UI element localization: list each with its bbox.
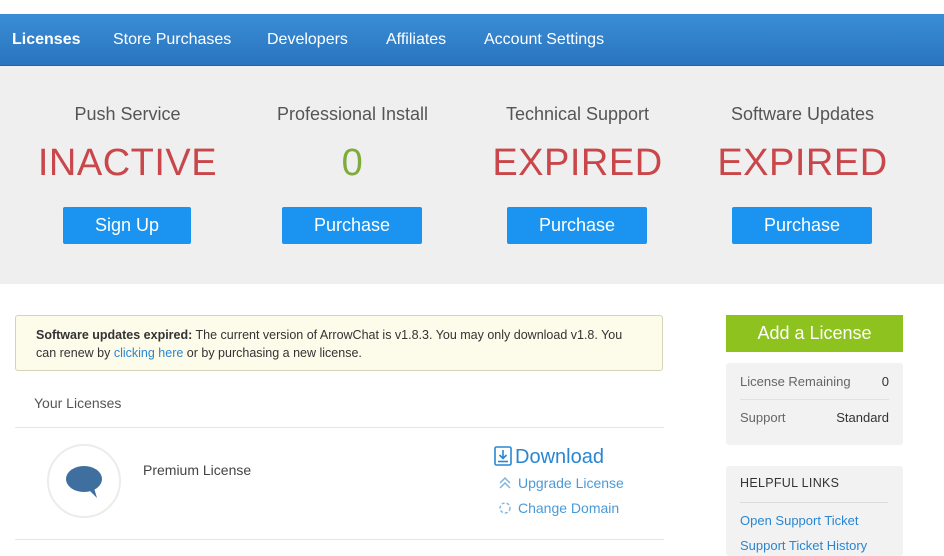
nav-licenses[interactable]: Licenses <box>12 14 80 65</box>
divider <box>15 427 664 428</box>
status-value: EXPIRED <box>492 142 663 184</box>
top-strip <box>0 0 944 14</box>
status-title: Push Service <box>74 104 181 124</box>
info-divider <box>740 399 889 400</box>
download-link[interactable]: Download <box>494 444 604 470</box>
nav-affiliates[interactable]: Affiliates <box>386 14 446 65</box>
chevrons-up-icon <box>498 475 512 495</box>
support-ticket-history-link[interactable]: Support Ticket History <box>740 538 867 553</box>
purchase-install-button[interactable]: Purchase <box>282 207 422 244</box>
info-key: Support <box>740 410 786 425</box>
upgrade-license-link[interactable]: Upgrade License <box>498 473 624 493</box>
status-title: Technical Support <box>505 104 650 124</box>
add-license-button[interactable]: Add a License <box>726 315 903 352</box>
your-licenses-heading: Your Licenses <box>34 395 122 411</box>
upgrade-license-label: Upgrade License <box>518 475 624 491</box>
main-navigation: Licenses Store Purchases Developers Affi… <box>0 14 944 66</box>
divider <box>15 539 664 540</box>
license-avatar <box>47 444 121 518</box>
helpful-links-divider <box>740 502 888 503</box>
status-value: 0 <box>341 142 364 184</box>
info-value: 0 <box>881 374 889 389</box>
status-panel: Push Service INACTIVE Sign Up Profession… <box>0 66 944 284</box>
license-name: Premium License <box>143 462 252 478</box>
renew-link[interactable]: clicking here <box>114 346 183 360</box>
status-title: Software Updates <box>730 104 875 124</box>
sign-up-button[interactable]: Sign Up <box>63 207 191 244</box>
info-key: License Remaining <box>740 374 851 389</box>
nav-store-purchases[interactable]: Store Purchases <box>113 14 231 65</box>
info-value: Standard <box>836 410 889 425</box>
nav-account-settings[interactable]: Account Settings <box>484 14 604 65</box>
download-icon <box>494 446 512 473</box>
alert-text-end: or by purchasing a new license. <box>183 346 362 360</box>
download-label: Download <box>515 446 604 468</box>
license-info-box: License Remaining 0 Support Standard <box>726 363 903 445</box>
open-support-ticket-link[interactable]: Open Support Ticket <box>740 513 859 528</box>
change-domain-link[interactable]: Change Domain <box>498 498 619 518</box>
status-value: EXPIRED <box>717 142 888 184</box>
purchase-updates-button[interactable]: Purchase <box>732 207 872 244</box>
helpful-links-box: HELPFUL LINKS Open Support Ticket Suppor… <box>726 466 903 556</box>
alert-bold-text: Software updates expired: <box>36 328 193 342</box>
status-title: Professional Install <box>276 104 429 124</box>
nav-developers[interactable]: Developers <box>267 14 348 65</box>
status-value: INACTIVE <box>37 142 218 184</box>
chat-bubble-icon <box>66 466 102 498</box>
license-remaining-row: License Remaining 0 <box>740 372 889 392</box>
change-domain-label: Change Domain <box>518 500 620 516</box>
refresh-icon <box>498 500 512 520</box>
helpful-links-title: HELPFUL LINKS <box>740 476 840 490</box>
purchase-support-button[interactable]: Purchase <box>507 207 647 244</box>
support-row: Support Standard <box>740 408 889 428</box>
updates-expired-alert: Software updates expired: The current ve… <box>15 315 663 371</box>
